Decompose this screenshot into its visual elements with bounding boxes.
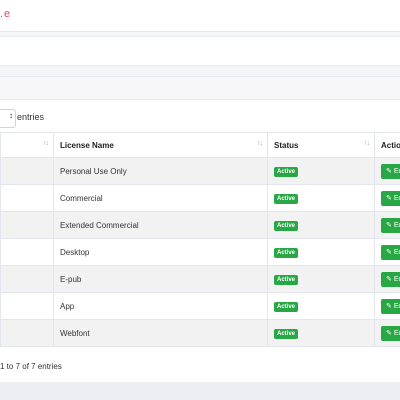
cell-id <box>0 211 54 239</box>
table-header-row: ↑↓ License Name ↑↓ Status ↑↓ Actio <box>0 132 400 158</box>
licenses-table: ↑↓ License Name ↑↓ Status ↑↓ Actio Perso… <box>0 132 400 347</box>
edit-button[interactable]: ✎ Ec <box>381 163 400 179</box>
cell-license-name: Personal Use Only <box>53 157 268 185</box>
status-badge: Active <box>274 247 299 258</box>
cell-id <box>0 157 54 185</box>
table-row: Extended Commercial Active ✎ Ec <box>0 211 400 239</box>
licenses-card: ↕ entries ↑↓ License Name ↑↓ Status ↑↓ A… <box>0 76 400 383</box>
page-length-select[interactable]: ↕ <box>0 109 16 128</box>
sort-icon: ↑↓ <box>364 140 370 147</box>
sort-icon: ↑↓ <box>257 140 263 147</box>
edit-button[interactable]: ✎ Ec <box>381 271 400 287</box>
card-header <box>0 77 400 100</box>
brand-logo-fragment[interactable]: .e <box>0 8 11 20</box>
top-navbar: .e <box>0 0 400 32</box>
pagination-info: 1 to 7 of 7 entries <box>0 362 62 371</box>
entries-label: entries <box>17 112 45 122</box>
sort-icon: ↑↓ <box>43 140 49 147</box>
cell-id <box>0 265 54 293</box>
edit-button[interactable]: ✎ Ec <box>381 217 400 233</box>
edit-icon: ✎ <box>386 221 392 229</box>
column-header-status[interactable]: Status ↑↓ <box>267 132 375 158</box>
table-row: E-pub Active ✎ Ec <box>0 265 400 293</box>
table-row: App Active ✎ Ec <box>0 292 400 320</box>
table-row: Commercial Active ✎ Ec <box>0 184 400 212</box>
column-header-id[interactable]: ↑↓ <box>0 132 54 158</box>
status-badge: Active <box>274 220 299 231</box>
column-header-action[interactable]: Actio <box>374 132 400 158</box>
cell-license-name: Desktop <box>53 238 268 266</box>
breadcrumb-bar <box>0 36 400 66</box>
edit-icon: ✎ <box>386 275 392 283</box>
table-row: Personal Use Only Active ✎ Ec <box>0 157 400 185</box>
cell-license-name: Extended Commercial <box>53 211 268 239</box>
cell-license-name: Commercial <box>53 184 268 212</box>
select-arrow-icon: ↕ <box>9 111 13 120</box>
status-badge: Active <box>274 166 299 177</box>
edit-button[interactable]: ✎ Ec <box>381 325 400 341</box>
table-row: Desktop Active ✎ Ec <box>0 238 400 266</box>
cell-license-name: E-pub <box>53 265 268 293</box>
status-badge: Active <box>274 193 299 204</box>
cell-id <box>0 292 54 320</box>
cell-license-name: App <box>53 292 268 320</box>
edit-icon: ✎ <box>386 329 392 337</box>
cell-license-name: Webfont <box>53 319 268 347</box>
cell-id <box>0 184 54 212</box>
cell-id <box>0 319 54 347</box>
edit-icon: ✎ <box>386 302 392 310</box>
cell-id <box>0 238 54 266</box>
table-row: Webfont Active ✎ Ec <box>0 319 400 347</box>
status-badge: Active <box>274 301 299 312</box>
edit-icon: ✎ <box>386 167 392 175</box>
edit-button[interactable]: ✎ Ec <box>381 244 400 260</box>
edit-button[interactable]: ✎ Ec <box>381 190 400 206</box>
column-header-license-name[interactable]: License Name ↑↓ <box>53 132 268 158</box>
status-badge: Active <box>274 328 299 339</box>
edit-icon: ✎ <box>386 248 392 256</box>
edit-icon: ✎ <box>386 194 392 202</box>
edit-button[interactable]: ✎ Ec <box>381 298 400 314</box>
status-badge: Active <box>274 274 299 285</box>
page-footer <box>0 382 400 400</box>
